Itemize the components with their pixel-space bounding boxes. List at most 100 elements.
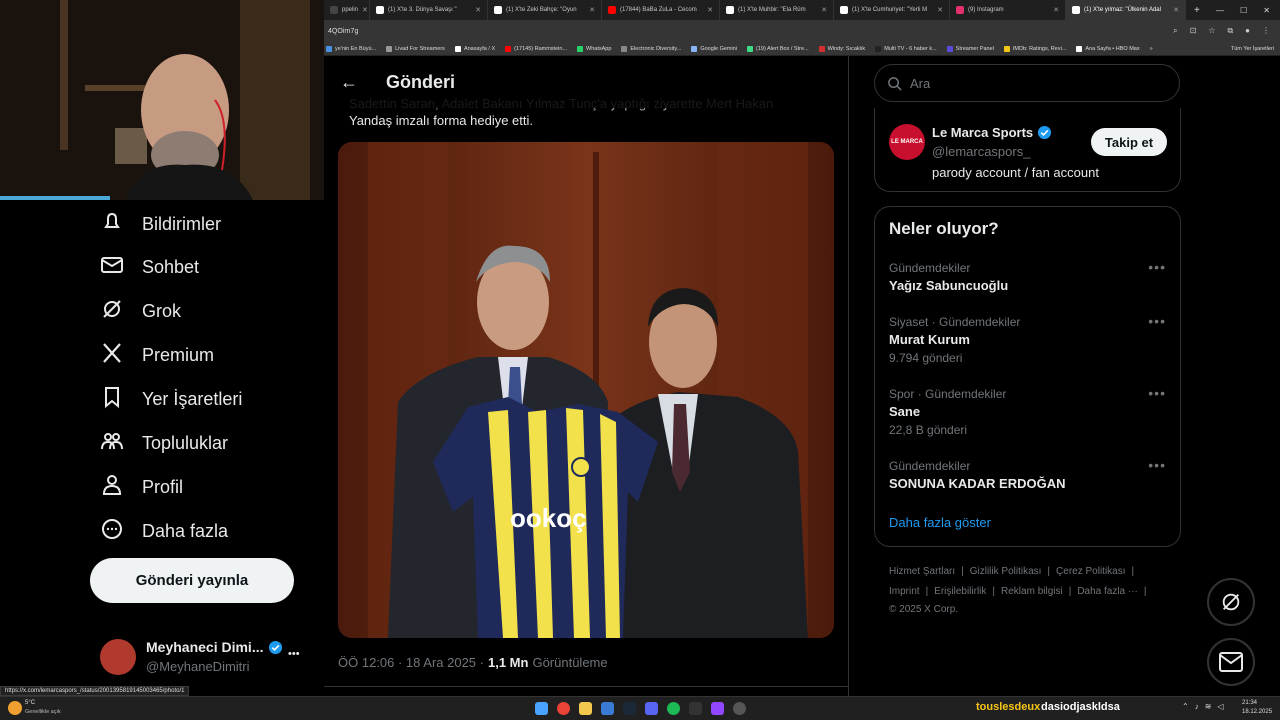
browser-tab[interactable]: (1) X'te yılmaz: "Ülkenin Adal ✕ <box>1066 0 1186 20</box>
footer-link[interactable]: Erişilebilirlik <box>934 586 986 597</box>
post-timestamp[interactable]: ÖÖ 12:06 · 18 Ara 2025 · <box>338 655 484 670</box>
zoom-icon[interactable]: ⌕ <box>1173 26 1177 36</box>
nav-item[interactable]: Bildirimler <box>100 210 221 239</box>
mic-icon[interactable]: ♪ <box>1195 702 1199 711</box>
nav-item[interactable]: Topluluklar <box>100 429 228 458</box>
minimize-button[interactable]: — <box>1216 6 1224 15</box>
close-window-button[interactable]: ✕ <box>1263 6 1270 15</box>
nav-item[interactable]: Daha fazla <box>100 517 228 546</box>
bookmark-item[interactable]: Livad For Streamers <box>386 45 445 52</box>
footer-separator: | <box>1068 586 1072 597</box>
spotify-icon[interactable] <box>667 702 680 715</box>
bookmark-item[interactable]: Ana Sayfa • HBO Max <box>1076 45 1140 52</box>
post-photo[interactable]: ookoç <box>338 142 834 638</box>
messages-fab[interactable] <box>1207 638 1255 686</box>
address-text[interactable]: 4QOirn7g <box>328 28 358 35</box>
file-explorer-icon[interactable] <box>579 702 592 715</box>
star-icon[interactable]: ☆ <box>1208 26 1215 36</box>
nav-item[interactable]: Sohbet <box>100 253 199 282</box>
browser-tab[interactable]: (9) Instagram ✕ <box>950 0 1066 20</box>
trend-item[interactable]: Gündemdekiler Yağız Sabuncuoğlu <box>889 261 1179 293</box>
system-tray[interactable]: ⌃ ♪ ≋ ◁ <box>1182 702 1224 711</box>
account-more-icon[interactable]: ••• <box>288 648 300 660</box>
bookmark-item[interactable]: (17145) Rammstein... <box>505 45 567 52</box>
bookmark-item[interactable]: (19) Alert Box / Stre... <box>747 45 809 52</box>
browser-tab[interactable]: ppelin ✕ <box>324 0 370 20</box>
close-tab-icon[interactable]: ✕ <box>707 6 713 14</box>
account-avatar[interactable]: LE MARCA <box>889 124 925 160</box>
bookmarks-more-button[interactable]: » <box>1150 46 1153 52</box>
profile-icon[interactable]: ● <box>1245 26 1250 36</box>
bookmark-item[interactable]: Windy: Sıcaklık <box>818 45 865 52</box>
extensions-icon[interactable]: ⧉ <box>1227 26 1233 36</box>
tab-favicon-icon <box>494 6 502 14</box>
chrome-icon[interactable] <box>557 702 570 715</box>
account-name[interactable]: Le Marca Sports <box>932 125 1033 140</box>
search-box[interactable]: Ara <box>874 64 1180 102</box>
bookmark-favicon-icon <box>818 45 825 52</box>
back-arrow-icon[interactable]: ← <box>340 72 358 93</box>
browser-tab[interactable]: (1) X'te Cumhuriyet: "Yerli M ✕ <box>834 0 950 20</box>
epic-icon[interactable] <box>689 702 702 715</box>
nav-item[interactable]: Yer İşaretleri <box>100 385 242 414</box>
bookmark-item[interactable]: Anasayfa / X <box>454 45 495 52</box>
trend-more-icon[interactable]: ••• <box>1148 259 1166 275</box>
browser-tab[interactable]: (1) X'te Muhbir: "Ela Rüm ✕ <box>720 0 834 20</box>
footer-link[interactable]: Reklam bilgisi <box>1001 586 1063 597</box>
close-tab-icon[interactable]: ✕ <box>1173 6 1179 14</box>
footer-link[interactable]: Imprint <box>889 586 920 597</box>
bookmark-item[interactable]: Streamer Panel <box>946 45 994 52</box>
trend-item[interactable]: Spor · Gündemdekiler Sane 22,8 B gönderi <box>889 387 1179 437</box>
footer-link[interactable]: Çerez Politikası <box>1056 566 1125 577</box>
browser-tab[interactable]: (1) X'te Zeki Bahçe: "Oyun ✕ <box>488 0 602 20</box>
discord-icon[interactable] <box>645 702 658 715</box>
follow-button[interactable]: Takip et <box>1091 128 1167 156</box>
account-switcher[interactable]: Meyhaneci Dimi... @MeyhaneDimitri ••• <box>100 637 310 677</box>
footer-link[interactable]: Daha fazla ··· <box>1077 586 1138 597</box>
browser-tab[interactable]: (1) X'te 3. Dünya Savaşı " ✕ <box>370 0 488 20</box>
address-bar[interactable]: 4QOirn7g ⌕ ⊡ ☆ ⧉ ● ⋮ <box>324 20 1280 42</box>
trend-more-icon[interactable]: ••• <box>1148 457 1166 473</box>
start-icon[interactable] <box>535 702 548 715</box>
trend-item[interactable]: Gündemdekiler SONUNA KADAR ERDOĞAN <box>889 459 1179 491</box>
communities-icon <box>100 429 124 458</box>
twitch-icon[interactable] <box>711 702 724 715</box>
close-tab-icon[interactable]: ✕ <box>937 6 943 14</box>
bookmark-item[interactable]: Multi TV - 6 haber k... <box>875 45 937 52</box>
tray-chevron-icon[interactable]: ⌃ <box>1182 702 1189 711</box>
trend-more-icon[interactable]: ••• <box>1148 313 1166 329</box>
app-icon-1[interactable] <box>601 702 614 715</box>
nav-item[interactable]: Grok <box>100 297 181 326</box>
menu-icon[interactable]: ⋮ <box>1262 26 1270 36</box>
new-tab-button[interactable]: + <box>1186 5 1208 16</box>
maximize-button[interactable]: ☐ <box>1240 6 1247 15</box>
close-tab-icon[interactable]: ✕ <box>362 6 368 14</box>
bookmark-item[interactable]: WhatsApp <box>577 45 611 52</box>
steam-icon[interactable] <box>623 702 636 715</box>
bookmark-item[interactable]: Google Gemini <box>691 45 737 52</box>
post-header: ← Gönderi <box>324 56 848 108</box>
close-tab-icon[interactable]: ✕ <box>821 6 827 14</box>
all-bookmarks-button[interactable]: Tüm Yer İşaretleri <box>1231 46 1280 52</box>
post-button[interactable]: Gönderi yayınla <box>90 558 294 603</box>
wifi-icon[interactable]: ≋ <box>1205 702 1212 711</box>
trend-more-icon[interactable]: ••• <box>1148 385 1166 401</box>
grok-fab[interactable] <box>1207 578 1255 626</box>
search-input[interactable]: Ara <box>910 76 930 91</box>
close-tab-icon[interactable]: ✕ <box>1053 6 1059 14</box>
close-tab-icon[interactable]: ✕ <box>475 6 481 14</box>
install-icon[interactable]: ⊡ <box>1190 26 1197 36</box>
footer-link[interactable]: Hizmet Şartları <box>889 566 955 577</box>
show-more-link[interactable]: Daha fazla göster <box>889 515 991 530</box>
bookmark-item[interactable]: IMDb: Ratings, Revi... <box>1003 45 1066 52</box>
trend-item[interactable]: Siyaset · Gündemdekiler Murat Kurum 9.794 … <box>889 315 1179 365</box>
volume-icon[interactable]: ◁ <box>1217 702 1223 711</box>
browser-tab[interactable]: (17844) BaBa ZuLa - Cecom ✕ <box>602 0 720 20</box>
footer-link[interactable]: Gizlilik Politikası <box>970 566 1042 577</box>
nav-item[interactable]: Premium <box>100 341 214 370</box>
bookmark-item[interactable]: ye'nin En Büyü... <box>326 45 376 52</box>
bookmark-item[interactable]: Electronic Diversity... <box>621 45 681 52</box>
obs-icon[interactable] <box>733 702 746 715</box>
nav-item[interactable]: Profil <box>100 473 183 502</box>
close-tab-icon[interactable]: ✕ <box>589 6 595 14</box>
